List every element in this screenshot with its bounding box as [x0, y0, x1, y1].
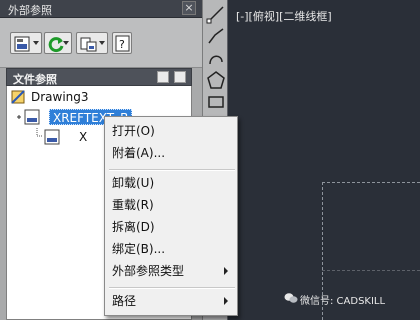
xref-dwg-icon: [17, 109, 40, 125]
line-tool-icon[interactable]: [206, 4, 226, 24]
menu-item-xref-type[interactable]: 外部参照类型: [106, 261, 236, 281]
file-references-title: 文件参照: [13, 73, 57, 86]
svg-text:?: ?: [119, 38, 125, 51]
chevron-right-icon: [224, 297, 228, 305]
drawing-icon: [11, 90, 25, 104]
watermark-text: 微信号: CADSKILL: [300, 296, 386, 307]
guide-line: [322, 270, 420, 271]
refresh-button[interactable]: [44, 32, 72, 54]
palette-toolbar: ?: [0, 18, 202, 68]
file-references-header: 文件参照: [6, 68, 192, 86]
menu-item-label: 卸载(U): [112, 176, 155, 190]
attach-dwg-button[interactable]: [10, 32, 42, 54]
wechat-icon: [284, 293, 298, 303]
attach-dwg-icon: [14, 36, 30, 52]
help-button[interactable]: ?: [112, 32, 132, 54]
menu-item-label: 拆离(D): [112, 220, 155, 234]
menu-separator: [109, 169, 235, 171]
menu-item-detach[interactable]: 拆离(D): [106, 217, 236, 237]
polyline-tool-icon[interactable]: [206, 26, 226, 46]
polygon-tool-icon[interactable]: [206, 70, 226, 90]
tree-item-child-label: X: [79, 130, 88, 144]
menu-item-label: 绑定(B)...: [112, 242, 166, 256]
xref-dwg-icon: [36, 128, 60, 145]
palette-title: 外部参照: [8, 4, 52, 17]
close-icon[interactable]: ×: [182, 1, 196, 15]
drawing-canvas[interactable]: [-][俯视][二维线框] 微信号: CADSKILL: [228, 0, 420, 320]
chevron-down-icon[interactable]: [99, 41, 105, 45]
change-path-icon: [80, 37, 97, 52]
menu-item-reload[interactable]: 重载(R): [106, 195, 236, 215]
menu-item-label: 打开(O): [112, 124, 155, 138]
menu-item-bind[interactable]: 绑定(B)...: [106, 239, 236, 259]
menu-item-label: 外部参照类型: [112, 264, 185, 278]
menu-item-open[interactable]: 打开(O): [106, 121, 236, 141]
menu-item-label: 附着(A)...: [112, 146, 166, 160]
palette-title-bar[interactable]: 外部参照 ×: [0, 0, 202, 18]
menu-item-unload[interactable]: 卸载(U): [106, 173, 236, 193]
chevron-down-icon[interactable]: [33, 41, 39, 45]
tree-view-icon[interactable]: [174, 71, 186, 83]
help-icon: ?: [115, 35, 130, 52]
menu-item-path[interactable]: 路径: [106, 291, 236, 311]
menu-item-label: 重载(R): [112, 198, 154, 212]
menu-separator: [109, 287, 235, 289]
viewport-label[interactable]: [-][俯视][二维线框]: [236, 8, 332, 24]
tree-item-root-label: Drawing3: [31, 90, 89, 104]
rectangle-tool-icon[interactable]: [206, 92, 226, 112]
arc-tool-icon[interactable]: [206, 48, 226, 68]
context-menu: 打开(O) 附着(A)... 卸载(U) 重载(R) 拆离(D) 绑定(B)..…: [104, 116, 238, 316]
list-view-icon[interactable]: [157, 71, 169, 83]
change-path-button[interactable]: [76, 32, 108, 54]
menu-item-label: 路径: [112, 294, 137, 308]
chevron-down-icon[interactable]: [63, 41, 69, 45]
menu-item-attach[interactable]: 附着(A)...: [106, 143, 236, 163]
chevron-right-icon: [224, 267, 228, 275]
